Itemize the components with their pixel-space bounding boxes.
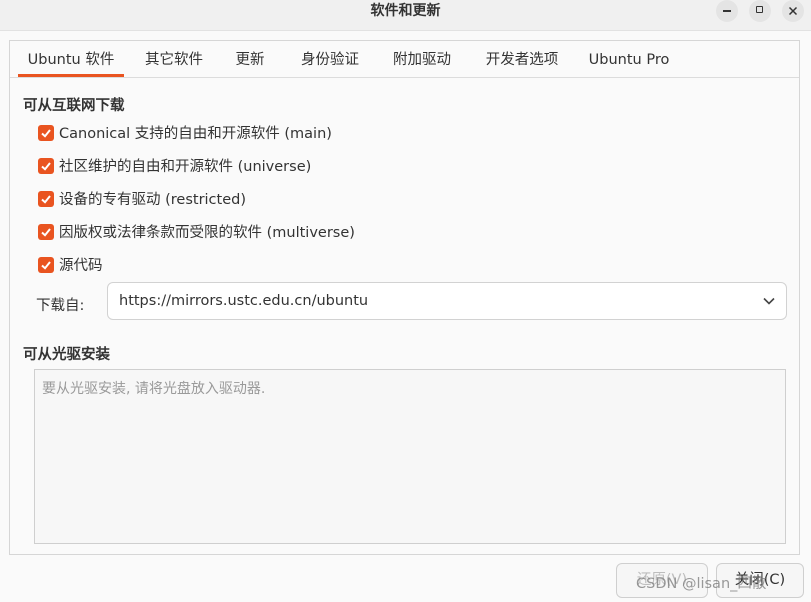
minimize-icon <box>723 10 731 12</box>
checkbox-restricted-label: 设备的专有驱动 (restricted) <box>59 192 246 208</box>
minimize-button[interactable] <box>716 0 738 22</box>
cdrom-placeholder-text: 要从光驱安装, 请将光盘放入驱动器. <box>42 381 266 397</box>
revert-button[interactable]: 还原(V) <box>616 563 708 598</box>
checkbox-source-code-label: 源代码 <box>59 258 103 274</box>
internet-section-title: 可从互联网下载 <box>23 98 125 114</box>
tab-authentication[interactable]: 身份验证 <box>292 41 368 77</box>
close-button[interactable]: 关闭(C) <box>716 563 804 598</box>
tab-developer-options[interactable]: 开发者选项 <box>476 41 568 77</box>
settings-notebook: Ubuntu 软件 其它软件 更新 身份验证 附加驱动 开发者选项 Ubuntu… <box>9 40 800 555</box>
checkbox-universe-label: 社区维护的自由和开源软件 (universe) <box>59 159 312 175</box>
window-title: 软件和更新 <box>370 3 441 19</box>
tab-ubuntu-pro[interactable]: Ubuntu Pro <box>584 41 674 77</box>
checkbox-checked-icon[interactable] <box>38 125 54 141</box>
checkbox-checked-icon[interactable] <box>38 224 54 240</box>
tab-updates[interactable]: 更新 <box>228 41 272 77</box>
maximize-icon <box>756 6 763 13</box>
maximize-button[interactable] <box>749 0 771 22</box>
title-bar[interactable]: 软件和更新 <box>0 0 811 31</box>
chevron-down-icon <box>763 297 775 305</box>
tab-ubuntu-software[interactable]: Ubuntu 软件 <box>18 41 124 77</box>
cdrom-section-title: 可从光驱安装 <box>23 347 110 363</box>
software-and-updates-window: 软件和更新 Ubuntu 软件 其它软件 更新 身份验证 附加驱动 开发者选项 … <box>0 0 811 602</box>
download-server-value: https://mirrors.ustc.edu.cn/ubuntu <box>119 293 369 309</box>
close-window-button[interactable] <box>782 0 804 22</box>
cdrom-source-list[interactable]: 要从光驱安装, 请将光盘放入驱动器. <box>34 369 786 544</box>
checkbox-main-label: Canonical 支持的自由和开源软件 (main) <box>59 126 332 142</box>
download-from-label: 下载自: <box>36 298 85 314</box>
checkbox-checked-icon[interactable] <box>38 191 54 207</box>
download-server-dropdown[interactable]: https://mirrors.ustc.edu.cn/ubuntu <box>107 282 787 320</box>
close-icon <box>788 6 798 16</box>
tab-bar: Ubuntu 软件 其它软件 更新 身份验证 附加驱动 开发者选项 Ubuntu… <box>10 41 799 78</box>
tab-additional-drivers[interactable]: 附加驱动 <box>384 41 460 77</box>
checkbox-checked-icon[interactable] <box>38 158 54 174</box>
checkbox-multiverse-label: 因版权或法律条款而受限的软件 (multiverse) <box>59 225 355 241</box>
checkbox-checked-icon[interactable] <box>38 257 54 273</box>
tab-other-software[interactable]: 其它软件 <box>135 41 213 77</box>
